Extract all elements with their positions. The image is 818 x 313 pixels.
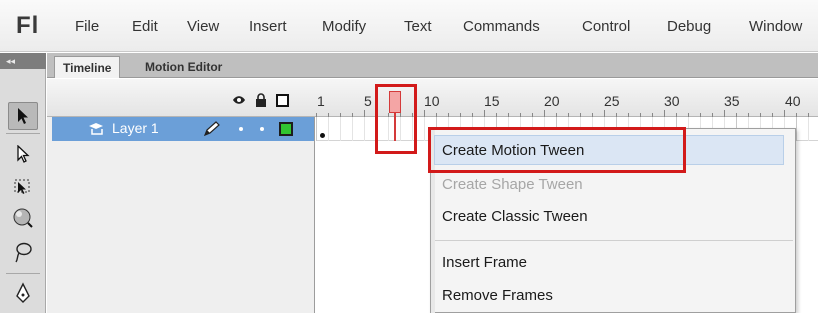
context-menu-separator	[435, 240, 793, 241]
frame-number: 20	[544, 93, 560, 109]
selection-tool-button[interactable]	[8, 102, 38, 130]
show-hide-eye-icon[interactable]	[232, 93, 246, 107]
tab-timeline[interactable]: Timeline	[54, 56, 121, 78]
menu-debug[interactable]: Debug	[667, 18, 711, 35]
ruler-tick	[544, 110, 545, 117]
frame-cell-divider	[796, 117, 797, 141]
free-transform-tool-button[interactable]	[8, 172, 38, 200]
frame-number: 15	[484, 93, 500, 109]
ruler-tick	[664, 110, 665, 117]
lasso-tool-button[interactable]	[8, 238, 38, 266]
ruler-tick	[604, 110, 605, 117]
lasso-icon	[15, 242, 32, 263]
menu-bar: Fl File Edit View Insert Modify Text Com…	[0, 0, 818, 52]
subselection-tool-button[interactable]	[8, 140, 38, 168]
keyframe-marker	[320, 133, 325, 138]
frame-cell-divider	[424, 117, 425, 141]
frame-cell-divider	[364, 117, 365, 141]
menu-file[interactable]: File	[75, 18, 99, 35]
menu-remove-frames[interactable]: Remove Frames	[442, 287, 553, 304]
selection-arrow-icon	[18, 108, 28, 124]
pen-tool-button[interactable]	[8, 279, 38, 307]
subselection-arrow-icon	[17, 145, 30, 163]
tools-panel-grip[interactable]: ◂◂	[0, 53, 46, 69]
layer-name[interactable]: Layer 1	[112, 120, 159, 136]
frame-number: 40	[785, 93, 801, 109]
ruler-tick	[724, 110, 725, 117]
pen-nib-icon	[16, 282, 30, 303]
tools-divider	[6, 133, 40, 134]
frame-cell-divider	[808, 117, 809, 141]
pencil-edit-icon	[203, 121, 221, 140]
ruler-tick	[484, 110, 485, 117]
tools-divider	[6, 273, 40, 274]
timeline-header: 1 5 10 15 20 25 30 35 40	[47, 79, 818, 117]
frame-number: 25	[604, 93, 620, 109]
lock-icon[interactable]	[254, 93, 268, 107]
frame-number: 30	[664, 93, 680, 109]
frame-number: 1	[317, 93, 325, 109]
ruler-tick	[424, 110, 425, 117]
menu-view[interactable]: View	[187, 18, 219, 35]
frame-cell-divider	[340, 117, 341, 141]
menu-create-classic-tween[interactable]: Create Classic Tween	[442, 208, 588, 225]
menu-commands[interactable]: Commands	[463, 18, 540, 35]
playhead-highlight-box	[375, 84, 417, 154]
menu-window[interactable]: Window	[749, 18, 802, 35]
menu-modify[interactable]: Modify	[322, 18, 366, 35]
layer-type-icon	[88, 122, 104, 139]
menu-insert[interactable]: Insert	[249, 18, 287, 35]
free-transform-icon	[14, 179, 30, 194]
frame-number: 35	[724, 93, 740, 109]
tab-motion-editor[interactable]: Motion Editor	[137, 56, 230, 78]
ruler-tick	[784, 110, 785, 117]
motion-tween-highlight-box	[428, 127, 686, 173]
menu-text[interactable]: Text	[404, 18, 432, 35]
menu-insert-frame[interactable]: Insert Frame	[442, 254, 527, 271]
tools-panel: ◂◂	[0, 53, 46, 313]
menu-control[interactable]: Control	[582, 18, 630, 35]
visibility-dot-icon[interactable]	[239, 127, 243, 131]
frame-cell-divider	[316, 117, 317, 141]
flash-app-logo: Fl	[16, 12, 40, 39]
panel-tab-strip: Timeline Motion Editor	[47, 53, 818, 78]
3d-rotation-tool-button[interactable]	[8, 204, 38, 232]
frame-number: 10	[424, 93, 440, 109]
ruler-tick	[364, 110, 365, 117]
menu-create-shape-tween: Create Shape Tween	[442, 176, 583, 193]
layer-row-layer-1[interactable]: Layer 1	[52, 117, 314, 141]
frame-number: 5	[364, 93, 372, 109]
outline-square-icon[interactable]	[275, 93, 289, 107]
lock-dot-icon[interactable]	[260, 127, 264, 131]
3d-rotation-sphere-icon	[13, 208, 33, 228]
menu-edit[interactable]: Edit	[132, 18, 158, 35]
layer-outline-color-swatch[interactable]	[279, 122, 293, 136]
frame-cell-divider	[352, 117, 353, 141]
frame-cell-divider	[328, 117, 329, 141]
